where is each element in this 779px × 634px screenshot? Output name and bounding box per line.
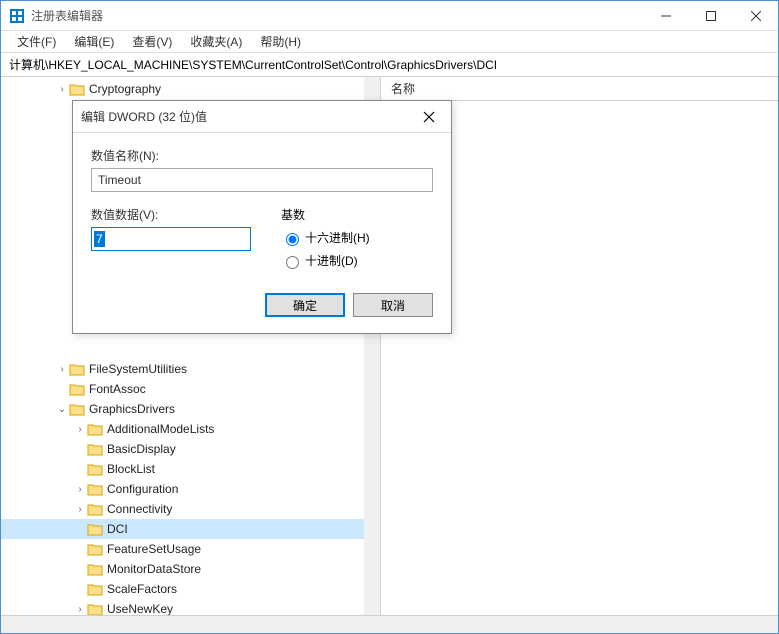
tree-label: UseNewKey	[107, 602, 173, 615]
tree-row[interactable]: BasicDisplay	[1, 439, 380, 459]
folder-icon	[87, 482, 103, 496]
menubar: 文件(F) 编辑(E) 查看(V) 收藏夹(A) 帮助(H)	[1, 31, 778, 53]
close-button[interactable]	[733, 1, 778, 30]
chevron-right-icon[interactable]: ›	[73, 484, 87, 495]
folder-icon	[69, 362, 85, 376]
dialog-buttons: 确定 取消	[73, 283, 451, 333]
tree-row[interactable]: › Cryptography	[1, 79, 380, 99]
dialog-close-button[interactable]	[415, 103, 443, 131]
titlebar: 注册表编辑器	[1, 1, 778, 31]
window-controls	[643, 1, 778, 30]
chevron-right-icon[interactable]: ›	[73, 604, 87, 615]
value-name-field[interactable]: Timeout	[91, 168, 433, 192]
tree-row[interactable]: ScaleFactors	[1, 579, 380, 599]
list-header-name[interactable]: 名称	[381, 77, 778, 101]
dialog-body: 数值名称(N): Timeout 数值数据(V): 7 基数 十六进制(H)	[73, 133, 451, 283]
menu-file[interactable]: 文件(F)	[9, 31, 64, 52]
address-input[interactable]	[5, 56, 774, 74]
registry-editor-window: 注册表编辑器 文件(F) 编辑(E) 查看(V) 收藏夹(A) 帮助(H) › C…	[0, 0, 779, 634]
tree-label: ScaleFactors	[107, 582, 177, 596]
folder-icon	[87, 582, 103, 596]
folder-icon	[87, 442, 103, 456]
tree-label: BlockList	[107, 462, 155, 476]
app-icon	[9, 8, 25, 24]
folder-icon	[87, 522, 103, 536]
dialog-titlebar: 编辑 DWORD (32 位)值	[73, 101, 451, 133]
tree-label: BasicDisplay	[107, 442, 176, 456]
maximize-button[interactable]	[688, 1, 733, 30]
folder-icon	[69, 382, 85, 396]
menu-favorites[interactable]: 收藏夹(A)	[182, 31, 250, 52]
ok-button[interactable]: 确定	[265, 293, 345, 317]
minimize-button[interactable]	[643, 1, 688, 30]
value-data-input[interactable]: 7	[91, 227, 251, 251]
value-data-text: 7	[94, 231, 105, 247]
dialog-title: 编辑 DWORD (32 位)值	[81, 108, 207, 125]
tree-label: DCI	[107, 522, 128, 536]
radio-dec-input[interactable]	[286, 256, 299, 269]
tree-label: GraphicsDrivers	[89, 402, 175, 416]
tree-row[interactable]: DCI	[1, 519, 380, 539]
folder-icon	[87, 542, 103, 556]
tree-label: FontAssoc	[89, 382, 146, 396]
folder-icon	[87, 502, 103, 516]
tree-label: Configuration	[107, 482, 178, 496]
menu-help[interactable]: 帮助(H)	[252, 31, 309, 52]
tree-row[interactable]: FeatureSetUsage	[1, 539, 380, 559]
address-bar	[1, 53, 778, 77]
tree-row[interactable]: BlockList	[1, 459, 380, 479]
base-group-label: 基数	[281, 206, 433, 223]
value-name-label: 数值名称(N):	[91, 147, 433, 164]
tree-row[interactable]: › FileSystemUtilities	[1, 359, 380, 379]
menu-view[interactable]: 查看(V)	[124, 31, 180, 52]
folder-icon	[87, 462, 103, 476]
tree-label: FileSystemUtilities	[89, 362, 187, 376]
radio-hex-input[interactable]	[286, 233, 299, 246]
folder-icon	[87, 422, 103, 436]
folder-icon	[87, 562, 103, 576]
radio-hex-label: 十六进制(H)	[305, 229, 370, 246]
menu-edit[interactable]: 编辑(E)	[66, 31, 122, 52]
radio-dec[interactable]: 十进制(D)	[281, 252, 433, 269]
window-title: 注册表编辑器	[31, 7, 643, 24]
tree-row[interactable]: MonitorDataStore	[1, 559, 380, 579]
chevron-right-icon[interactable]: ›	[55, 84, 69, 95]
radio-hex[interactable]: 十六进制(H)	[281, 229, 433, 246]
tree-label: MonitorDataStore	[107, 562, 201, 576]
tree-row[interactable]: › Connectivity	[1, 499, 380, 519]
tree-row[interactable]: FontAssoc	[1, 379, 380, 399]
tree-label: Cryptography	[89, 82, 161, 96]
edit-dword-dialog: 编辑 DWORD (32 位)值 数值名称(N): Timeout 数值数据(V…	[72, 100, 452, 334]
statusbar	[1, 615, 778, 633]
tree-row[interactable]: › Configuration	[1, 479, 380, 499]
radio-dec-label: 十进制(D)	[305, 252, 358, 269]
cancel-button[interactable]: 取消	[353, 293, 433, 317]
tree-label: FeatureSetUsage	[107, 542, 201, 556]
tree-row[interactable]: › AdditionalModeLists	[1, 419, 380, 439]
chevron-right-icon[interactable]: ›	[55, 364, 69, 375]
folder-icon	[69, 402, 85, 416]
chevron-right-icon[interactable]: ›	[73, 504, 87, 515]
chevron-down-icon[interactable]: ⌄	[55, 404, 69, 415]
value-data-label: 数值数据(V):	[91, 206, 251, 223]
folder-icon	[69, 82, 85, 96]
chevron-right-icon[interactable]: ›	[73, 424, 87, 435]
tree-row[interactable]: › UseNewKey	[1, 599, 380, 615]
folder-icon	[87, 602, 103, 615]
tree-row[interactable]: ⌄ GraphicsDrivers	[1, 399, 380, 419]
tree-label: Connectivity	[107, 502, 172, 516]
tree-label: AdditionalModeLists	[107, 422, 214, 436]
